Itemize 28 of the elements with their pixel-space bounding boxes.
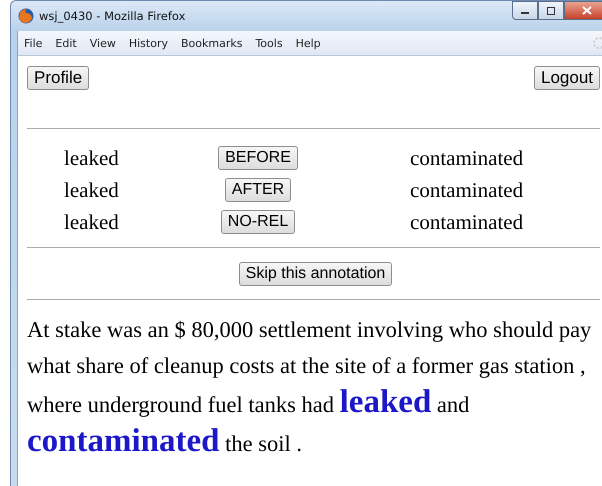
target-word: contaminated	[410, 177, 524, 203]
relation-button[interactable]: NO-REL	[220, 210, 296, 234]
header-button[interactable]: Logout	[534, 66, 600, 90]
close-button[interactable]	[564, 1, 602, 20]
maximize-button[interactable]	[538, 1, 564, 20]
target-word: contaminated	[410, 209, 524, 235]
source-word: leaked	[64, 145, 120, 171]
target-word: contaminated	[410, 145, 524, 171]
minimize-button[interactable]	[512, 1, 538, 20]
maximize-icon	[546, 6, 556, 14]
menu-item[interactable]: Edit	[55, 36, 77, 50]
globe-icon	[18, 8, 34, 24]
close-icon	[582, 6, 592, 15]
header-button[interactable]: Profile	[27, 66, 90, 90]
menu-item[interactable]: Bookmarks	[180, 36, 242, 50]
menu-item[interactable]: History	[128, 36, 168, 50]
menu-item[interactable]: Help	[296, 36, 321, 50]
throbber-icon	[592, 36, 602, 50]
sentence-text: At stake was an $ 80,000 settlement involving who should pay what share of cleanup costs at the site of a former gas station , where underground fuel tanks had leaked and contaminated the soil .	[27, 316, 592, 461]
window-title: wsj_0430 - Mozilla Firefox	[39, 9, 186, 23]
relation-button[interactable]: AFTER	[224, 178, 292, 202]
menu-item[interactable]: Tools	[255, 36, 283, 50]
source-word: leaked	[64, 209, 120, 235]
skip-button[interactable]: Skip this annotation	[238, 262, 392, 286]
menu-item[interactable]: View	[90, 36, 116, 50]
menu-item[interactable]: File	[24, 36, 42, 50]
source-word: leaked	[64, 177, 120, 203]
relation-button[interactable]: BEFORE	[218, 146, 298, 170]
